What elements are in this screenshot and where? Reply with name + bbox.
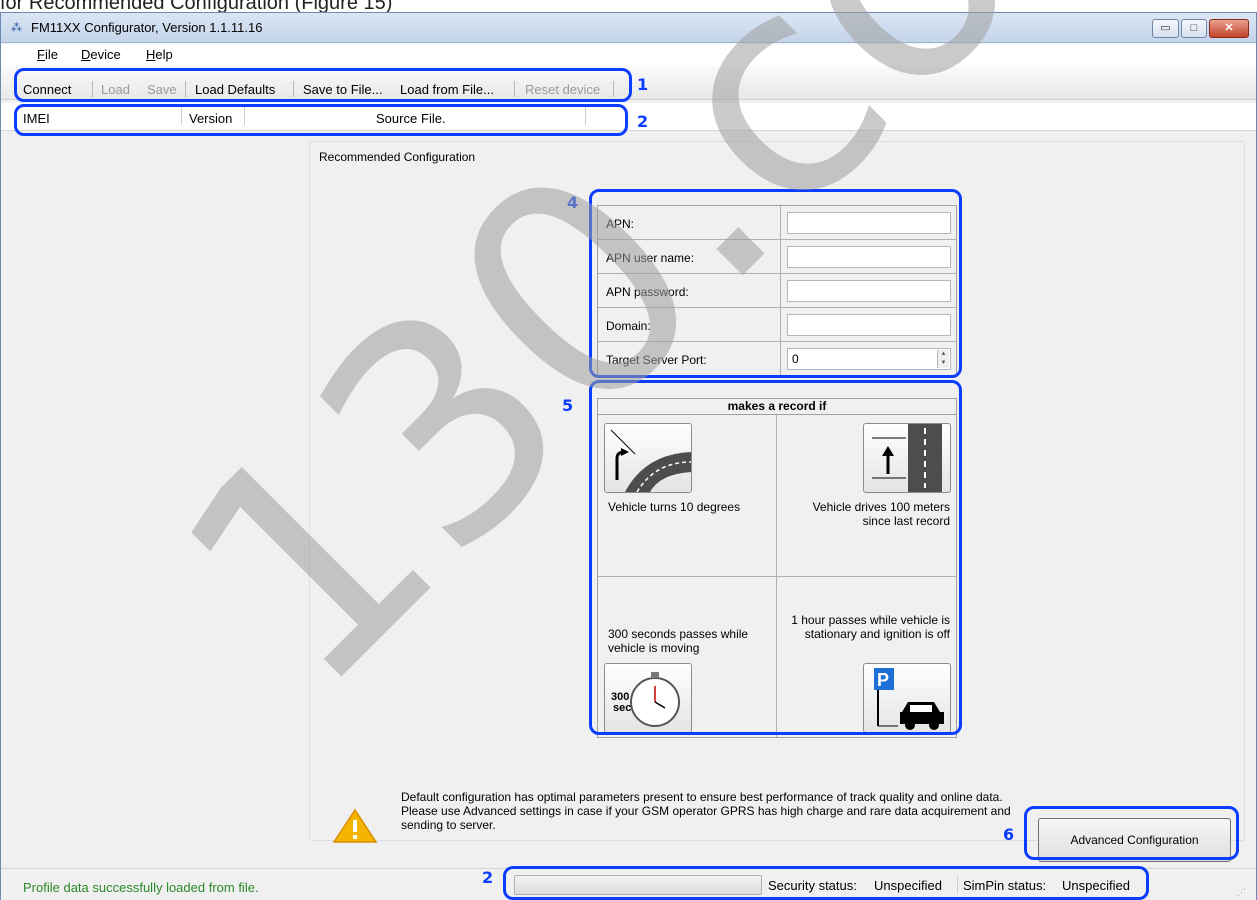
warning-message: Default configuration has optimal parame… — [401, 790, 1021, 832]
callout-1: 1 — [637, 75, 649, 94]
annotation-box-status — [503, 866, 1149, 900]
callout-2-status: 2 — [482, 868, 494, 887]
warning-icon — [332, 808, 378, 847]
status-message: Profile data successfully loaded from fi… — [23, 880, 259, 895]
window-title: FM11XX Configurator, Version 1.1.11.16 — [31, 20, 263, 35]
maximize-button[interactable]: □ — [1181, 19, 1207, 38]
annotation-box-5 — [589, 380, 962, 735]
menu-bar: File Device Help — [1, 44, 1256, 66]
app-icon: ⁂ — [11, 22, 22, 34]
annotation-box-6 — [1024, 806, 1239, 860]
callout-6: 6 — [1003, 825, 1015, 844]
annotation-box-2 — [14, 104, 628, 136]
minimize-button[interactable]: ▭ — [1152, 19, 1179, 38]
maximize-icon: □ — [1190, 22, 1198, 34]
callout-4: 4 — [567, 193, 579, 212]
menu-file[interactable]: File — [37, 47, 58, 62]
menu-help[interactable]: Help — [146, 47, 173, 62]
left-pane — [2, 134, 307, 844]
minimize-icon: ▭ — [1160, 22, 1171, 34]
close-button[interactable]: ✕ — [1209, 19, 1249, 38]
close-icon: ✕ — [1224, 22, 1234, 34]
annotation-box-1 — [14, 68, 632, 102]
resize-grip-icon[interactable]: ⋰ — [1237, 887, 1246, 898]
title-bar: ⁂ FM11XX Configurator, Version 1.1.11.16… — [1, 13, 1256, 43]
warning-line-2: Please use Advanced settings in case if … — [401, 804, 1011, 832]
callout-5: 5 — [562, 396, 574, 415]
annotation-box-4 — [589, 189, 962, 378]
warning-line-1: Default configuration has optimal parame… — [401, 790, 1003, 804]
groupbox-title: Recommended Configuration — [317, 150, 478, 164]
menu-device[interactable]: Device — [81, 47, 121, 62]
callout-2: 2 — [637, 112, 649, 131]
